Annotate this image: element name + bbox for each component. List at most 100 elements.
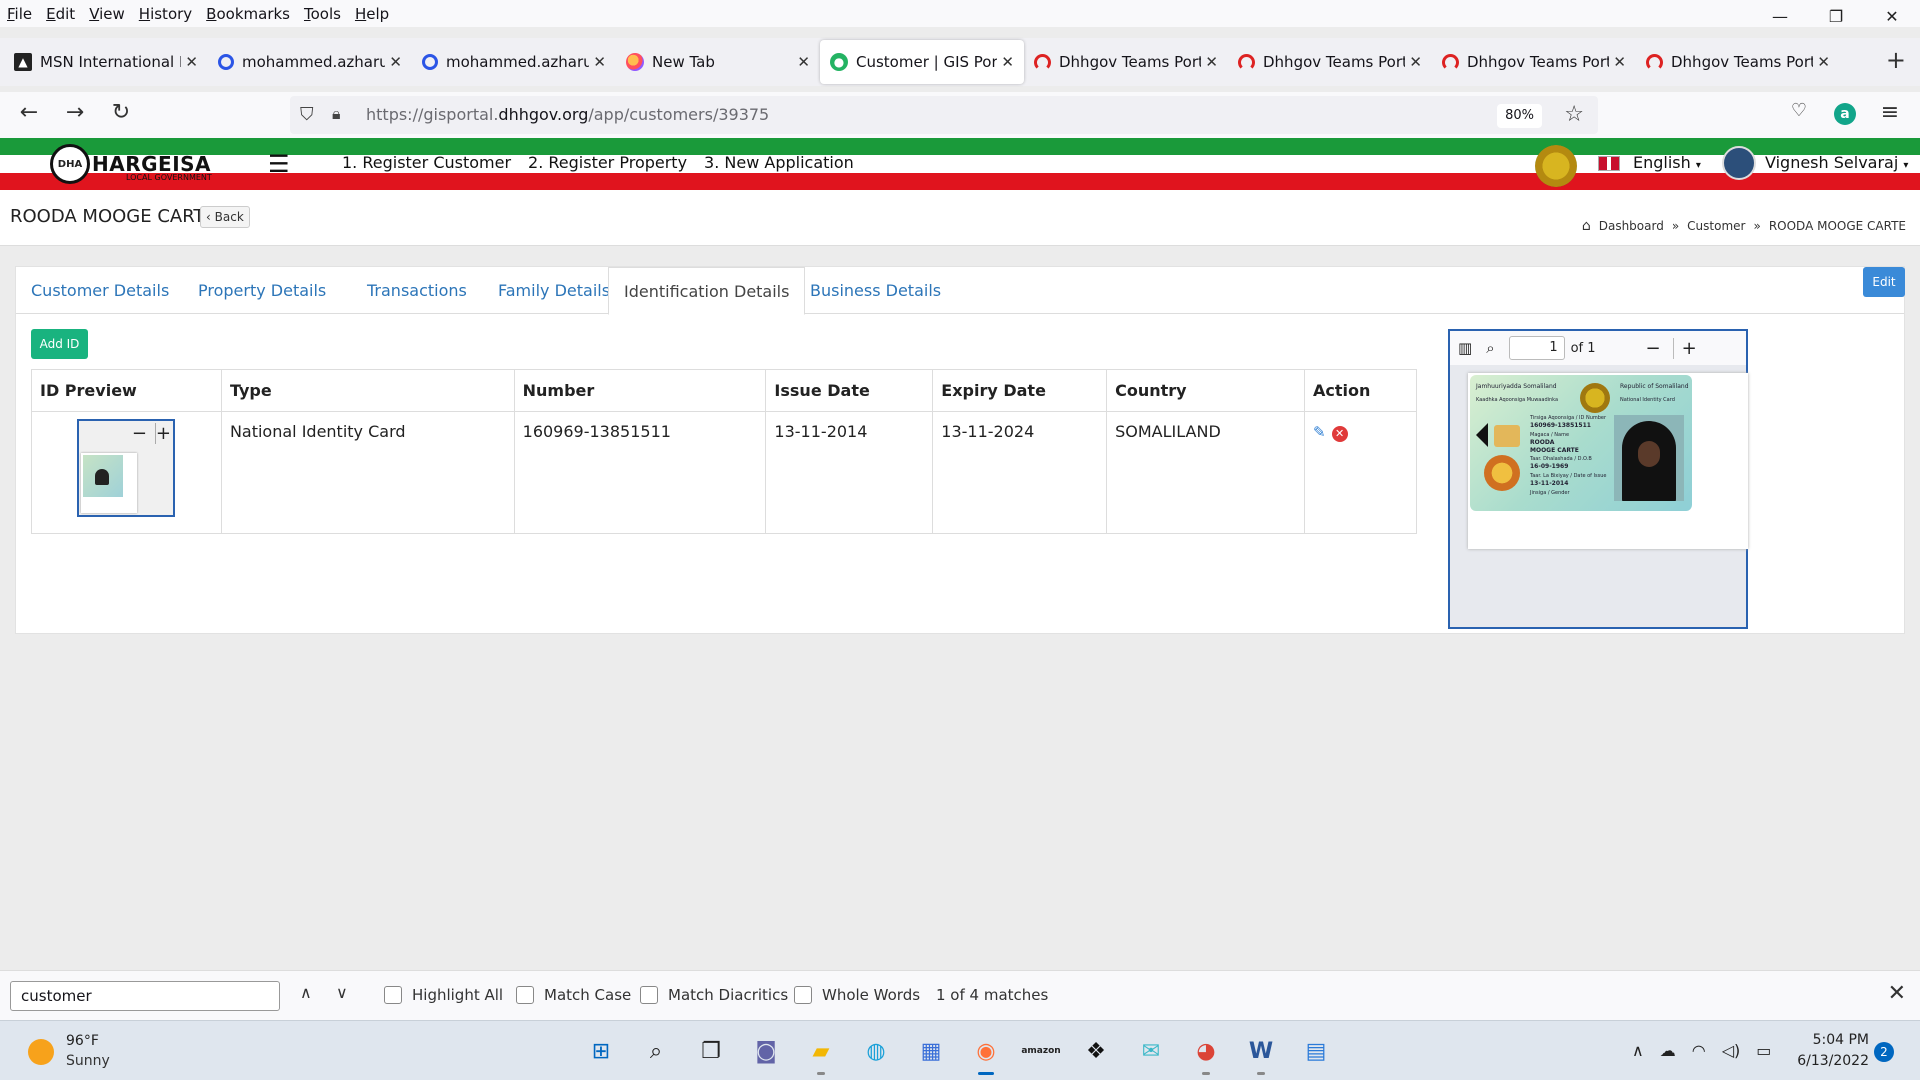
browser-tab-teams-2[interactable]: Dhhgov Teams Portal ✕ — [1228, 40, 1432, 84]
search-icon[interactable]: ⌕ — [1486, 339, 1494, 357]
forward-arrow-icon[interactable]: → — [60, 100, 90, 125]
close-tab-icon[interactable]: ✕ — [1613, 53, 1626, 71]
url-text[interactable]: https://gisportal.dhhgov.org/app/custome… — [366, 105, 769, 124]
back-arrow-icon[interactable]: ← — [14, 100, 44, 125]
register-property-link[interactable]: 2. Register Property — [528, 153, 687, 172]
file-explorer-icon[interactable]: ▰ — [803, 1033, 839, 1075]
zoom-out-icon[interactable]: − — [1646, 338, 1661, 359]
delete-row-icon[interactable]: ✕ — [1331, 426, 1348, 442]
chevron-up-icon[interactable]: ∧ — [1632, 1041, 1644, 1060]
close-tab-icon[interactable]: ✕ — [389, 53, 402, 71]
sidebar-toggle-icon[interactable]: ▥ — [1458, 339, 1472, 357]
tab-property-details[interactable]: Property Details — [183, 267, 341, 314]
chrome-icon[interactable]: ◕ — [1188, 1033, 1224, 1075]
store-icon[interactable]: ▦ — [913, 1033, 949, 1069]
battery-icon[interactable]: ▭ — [1756, 1041, 1771, 1060]
close-tab-icon[interactable]: ✕ — [797, 53, 810, 71]
bookmark-star-icon[interactable]: ☆ — [1564, 102, 1584, 127]
browser-tab-msn[interactable]: ▲ MSN International Ec ✕ — [4, 40, 208, 84]
close-tab-icon[interactable]: ✕ — [1001, 53, 1014, 71]
browser-tab-teams-1[interactable]: Dhhgov Teams Portal ✕ — [1024, 40, 1228, 84]
page-number-input[interactable]: 1 — [1508, 336, 1565, 360]
edge-icon[interactable]: ◍ — [858, 1033, 894, 1069]
word-icon[interactable]: W — [1243, 1033, 1279, 1075]
menu-help[interactable]: Help — [348, 5, 396, 23]
windows-start-icon[interactable]: ⊞ — [583, 1033, 619, 1069]
dropbox-icon[interactable]: ❖ — [1078, 1033, 1114, 1069]
weather-temperature[interactable]: 96°F — [66, 1033, 99, 1049]
hamburger-menu-icon[interactable]: ≡ — [1875, 100, 1905, 125]
find-input[interactable]: customer — [10, 981, 280, 1011]
clock-date[interactable]: 6/13/2022 — [1795, 1053, 1869, 1069]
teams-chat-icon[interactable]: ◙ — [748, 1033, 784, 1069]
onedrive-cloud-icon[interactable]: ☁ — [1660, 1041, 1676, 1060]
shield-icon[interactable]: ⛉ — [300, 104, 314, 125]
whole-words-checkbox[interactable]: Whole Words — [794, 986, 920, 1004]
match-diacritics-checkbox[interactable]: Match Diacritics — [640, 986, 788, 1004]
menu-file[interactable]: File — [0, 5, 39, 23]
minimize-button[interactable]: — — [1752, 0, 1808, 32]
breadcrumb-customer[interactable]: Customer — [1687, 219, 1745, 233]
match-case-checkbox[interactable]: Match Case — [516, 986, 631, 1004]
close-tab-icon[interactable]: ✕ — [1817, 53, 1830, 71]
find-next-icon[interactable]: ∨ — [336, 983, 348, 1002]
notification-badge[interactable]: 2 — [1874, 1042, 1894, 1062]
menu-view[interactable]: View — [82, 5, 132, 23]
url-bar[interactable]: ⛉ 🔒︎ https://gisportal.dhhgov.org/app/cu… — [290, 96, 1598, 134]
highlight-all-checkbox[interactable]: Highlight All — [384, 986, 503, 1004]
new-application-link[interactable]: 3. New Application — [704, 153, 854, 172]
checkbox-box[interactable] — [384, 986, 402, 1004]
notepad-icon[interactable]: ▤ — [1298, 1033, 1334, 1069]
browser-tab-mail-2[interactable]: mohammed.azharud ✕ — [412, 40, 616, 84]
zoom-in-icon[interactable]: + — [154, 423, 171, 444]
new-tab-plus-icon[interactable]: + — [1886, 46, 1906, 74]
tab-identification-details[interactable]: Identification Details — [608, 267, 806, 315]
lock-icon[interactable]: 🔒︎ — [332, 104, 341, 124]
zoom-in-icon[interactable]: + — [1672, 337, 1697, 359]
browser-tab-new-tab[interactable]: New Tab ✕ — [616, 40, 820, 84]
reload-icon[interactable]: ↻ — [106, 100, 136, 125]
close-window-button[interactable]: ✕ — [1864, 0, 1920, 32]
language-dropdown[interactable]: English ▾ — [1633, 153, 1701, 172]
restore-button[interactable]: ❐ — [1808, 0, 1864, 32]
tab-business-details[interactable]: Business Details — [795, 267, 956, 314]
tab-transactions[interactable]: Transactions — [352, 267, 482, 314]
browser-tab-teams-3[interactable]: Dhhgov Teams Porta ✕ — [1432, 40, 1636, 84]
tab-family-details[interactable]: Family Details — [483, 267, 625, 314]
register-customer-link[interactable]: 1. Register Customer — [342, 153, 511, 172]
find-previous-icon[interactable]: ∧ — [300, 983, 312, 1002]
mail-icon[interactable]: ✉ — [1133, 1033, 1169, 1069]
zoom-level-badge[interactable]: 80% — [1497, 104, 1542, 128]
back-button[interactable]: ‹ Back — [200, 206, 250, 228]
tab-customer-details[interactable]: Customer Details — [16, 267, 184, 314]
sidebar-toggle-icon[interactable]: ☰ — [268, 150, 290, 178]
wifi-icon[interactable]: ◠ — [1692, 1041, 1706, 1060]
close-tab-icon[interactable]: ✕ — [1205, 53, 1218, 71]
breadcrumb-dashboard[interactable]: Dashboard — [1599, 219, 1664, 233]
extension-icon[interactable]: a — [1830, 99, 1860, 125]
logo-emblem[interactable]: DHA — [50, 144, 90, 184]
user-menu-dropdown[interactable]: Vignesh Selvaraj ▾ — [1765, 153, 1908, 172]
id-thumbnail-viewer[interactable]: − + — [77, 419, 175, 517]
checkbox-box[interactable] — [640, 986, 658, 1004]
menu-bookmarks[interactable]: Bookmarks — [199, 5, 297, 23]
browser-tab-gis-portal[interactable]: ● Customer | GIS Portal ✕ — [820, 40, 1024, 84]
menu-history[interactable]: History — [132, 5, 199, 23]
menu-tools[interactable]: Tools — [297, 5, 348, 23]
search-icon[interactable]: ⌕ — [638, 1033, 674, 1069]
weather-description[interactable]: Sunny — [66, 1053, 110, 1069]
close-tab-icon[interactable]: ✕ — [185, 53, 198, 71]
task-view-icon[interactable]: ❐ — [693, 1033, 729, 1069]
close-tab-icon[interactable]: ✕ — [1409, 53, 1422, 71]
menu-edit[interactable]: Edit — [39, 5, 82, 23]
zoom-out-icon[interactable]: − — [132, 423, 147, 444]
add-id-button[interactable]: Add ID — [31, 329, 88, 359]
sun-icon[interactable] — [28, 1039, 54, 1065]
pocket-icon[interactable]: ♡ — [1784, 100, 1814, 121]
edit-row-icon[interactable]: ✎ — [1313, 423, 1326, 441]
clock-time[interactable]: 5:04 PM — [1805, 1032, 1869, 1048]
volume-icon[interactable]: ◁) — [1722, 1041, 1741, 1060]
browser-tab-teams-4[interactable]: Dhhgov Teams Porta ✕ — [1636, 40, 1840, 84]
checkbox-box[interactable] — [516, 986, 534, 1004]
close-find-bar-icon[interactable]: ✕ — [1888, 981, 1906, 1006]
